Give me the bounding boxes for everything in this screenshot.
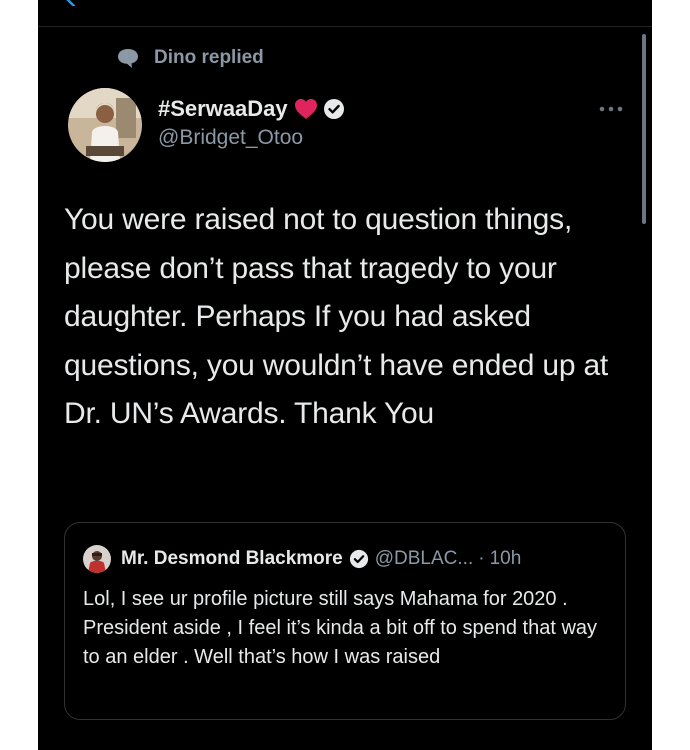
verified-badge-icon xyxy=(323,99,344,119)
tweet-screen: Dino replied #SerwaaDay @Bridget_Otoo Yo… xyxy=(38,0,652,750)
back-arrow-icon[interactable] xyxy=(64,0,78,6)
quoted-tweet-text: Lol, I see ur profile picture still says… xyxy=(83,588,598,668)
reply-context: Dino replied xyxy=(116,44,264,72)
author-name-row: #SerwaaDay xyxy=(158,96,345,122)
red-heart-icon xyxy=(294,99,317,119)
scrollbar[interactable] xyxy=(642,34,646,224)
display-name[interactable]: #SerwaaDay xyxy=(158,96,288,122)
more-options-icon[interactable] xyxy=(598,104,624,114)
quoted-tweet-card[interactable]: Mr. Desmond Blackmore @DBLAC... · 10h Lo… xyxy=(64,522,626,720)
quoted-display-name: Mr. Desmond Blackmore xyxy=(121,548,343,569)
quoted-tweet-header: Mr. Desmond Blackmore @DBLAC... · 10h xyxy=(83,545,521,573)
avatar[interactable] xyxy=(68,88,142,162)
reply-label: Dino replied xyxy=(154,47,264,68)
speech-bubble-icon xyxy=(118,49,138,68)
quoted-handle: @DBLAC... xyxy=(374,548,474,569)
quoted-timestamp: 10h xyxy=(489,548,522,569)
separator-dot: · xyxy=(478,548,485,569)
top-bar xyxy=(38,0,652,27)
tweet-text: You were raised not to question things, … xyxy=(64,203,609,430)
quoted-avatar xyxy=(83,545,111,573)
verified-badge-icon xyxy=(349,549,368,569)
author-handle[interactable]: @Bridget_Otoo xyxy=(158,126,303,150)
